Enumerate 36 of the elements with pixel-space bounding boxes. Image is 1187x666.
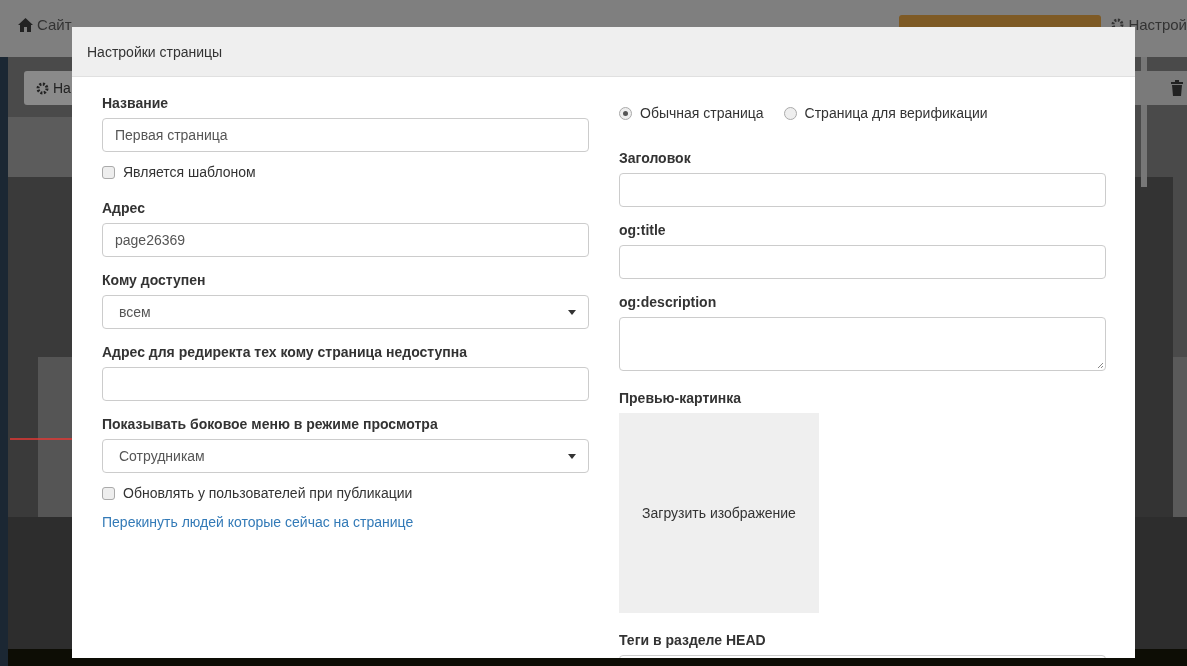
checkbox-label: Обновлять у пользователей при публикации — [123, 485, 413, 501]
select-field[interactable]: всем — [102, 295, 589, 329]
radio-button[interactable] — [619, 106, 632, 120]
field-label: Адрес — [102, 200, 145, 217]
text-field[interactable] — [619, 173, 1106, 207]
radio-label: Страница для верификации — [804, 105, 988, 121]
toolbar-button[interactable]: На — [24, 71, 72, 105]
settings-icon — [36, 81, 49, 95]
text-field[interactable]: page26369 — [102, 223, 589, 257]
upload-image-button[interactable]: Загрузить изображение — [619, 413, 819, 613]
field-label: Теги в разделе HEAD — [619, 632, 766, 649]
field-label: og:title — [619, 222, 666, 239]
radio-label: Обычная страница — [640, 105, 764, 121]
caret-icon — [568, 309, 576, 315]
field-label: Превью-картинка — [619, 390, 742, 407]
field-label: Кому доступен — [102, 272, 206, 289]
field-label: Адрес для редиректа тех кому страница недоступна — [102, 344, 467, 361]
text-field[interactable] — [619, 245, 1106, 279]
field-label: og:description — [619, 294, 717, 311]
select-field[interactable]: Сотрудникам — [102, 439, 589, 473]
field-label: Название — [102, 95, 169, 112]
trash-icon[interactable] — [1171, 80, 1183, 96]
field-label: Показывать боковое меню в режиме просмотра — [102, 416, 438, 433]
text-field[interactable] — [102, 367, 589, 401]
checkbox-label: Является шаблоном — [123, 164, 256, 180]
dialog-title: Настройки страницы — [87, 43, 223, 60]
checkbox[interactable] — [102, 165, 115, 179]
radio-button[interactable] — [783, 106, 797, 120]
resize-grip-icon[interactable] — [1097, 362, 1104, 369]
link[interactable]: Перекинуть людей которые сейчас на странице — [102, 514, 414, 530]
field-label: Заголовок — [619, 150, 691, 167]
text-area[interactable] — [619, 317, 1106, 371]
checkbox[interactable] — [102, 486, 115, 500]
home-icon — [18, 17, 33, 32]
text-field[interactable]: Первая страница — [102, 118, 589, 152]
caret-icon — [568, 453, 576, 459]
